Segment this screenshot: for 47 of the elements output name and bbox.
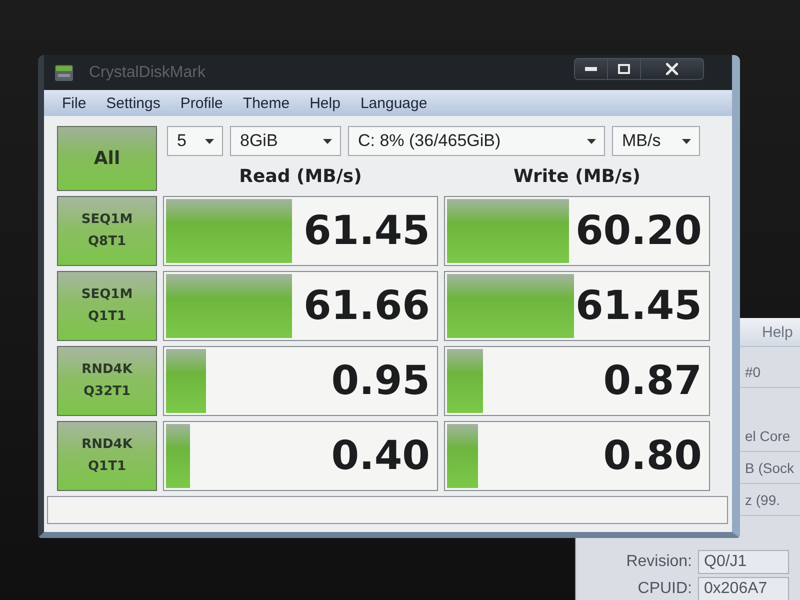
menu-item[interactable]: Settings — [106, 94, 160, 112]
menu-item[interactable]: Help — [762, 324, 793, 340]
read-value: 61.45 — [303, 211, 431, 251]
test-button[interactable]: SEQ1M Q1T1 — [57, 271, 157, 341]
close-button[interactable] — [640, 58, 704, 80]
maximize-button[interactable] — [607, 58, 641, 80]
read-value: 0.95 — [331, 361, 431, 401]
minimize-icon — [585, 67, 597, 71]
size-dropdown[interactable]: 8GiB — [230, 126, 341, 156]
menu-item[interactable]: Profile — [180, 94, 223, 112]
caret-icon — [587, 138, 596, 144]
maximize-icon — [618, 64, 630, 74]
value-field: Q0/J1 — [698, 550, 789, 574]
write-value: 0.87 — [603, 361, 703, 401]
menu-item[interactable]: Language — [360, 94, 428, 112]
menu-item[interactable]: Help — [310, 94, 340, 112]
test-button[interactable]: RND4K Q32T1 — [57, 346, 157, 416]
field-label: CPUID: — [636, 580, 693, 598]
drive-dropdown[interactable]: C: 8% (36/465GiB) — [348, 126, 605, 156]
menu-item[interactable]: Theme — [242, 94, 290, 112]
column-header: Write (MB/s) — [512, 164, 642, 188]
minimize-button[interactable] — [574, 58, 608, 80]
caret-icon — [205, 138, 214, 144]
close-icon — [666, 63, 678, 75]
window-title: CrystalDiskMark — [89, 64, 206, 82]
write-value: 61.45 — [575, 286, 703, 326]
run-all-button[interactable]: All — [57, 126, 157, 191]
value-field: 0x206A7 — [698, 577, 789, 600]
info-text: z (99. — [745, 492, 780, 508]
menu-item[interactable]: File — [62, 94, 86, 112]
caret-icon — [323, 138, 332, 144]
count-dropdown[interactable]: 5 — [167, 126, 223, 156]
info-text: el Core — [745, 428, 790, 444]
info-text: B (Sock — [745, 460, 794, 476]
drive-icon — [55, 64, 73, 80]
info-text: #0 — [745, 364, 761, 380]
read-value: 0.40 — [331, 436, 431, 476]
caret-icon — [682, 138, 691, 144]
write-value: 0.80 — [603, 436, 703, 476]
unit-dropdown[interactable]: MB/s — [612, 126, 700, 156]
field-label: Revision: — [625, 553, 693, 571]
column-header: Read (MB/s) — [238, 164, 363, 188]
comment-field[interactable] — [47, 496, 728, 524]
test-button[interactable]: RND4K Q1T1 — [57, 421, 157, 491]
test-button[interactable]: SEQ1M Q8T1 — [57, 196, 157, 266]
read-value: 61.66 — [303, 286, 431, 326]
write-value: 60.20 — [575, 211, 703, 251]
